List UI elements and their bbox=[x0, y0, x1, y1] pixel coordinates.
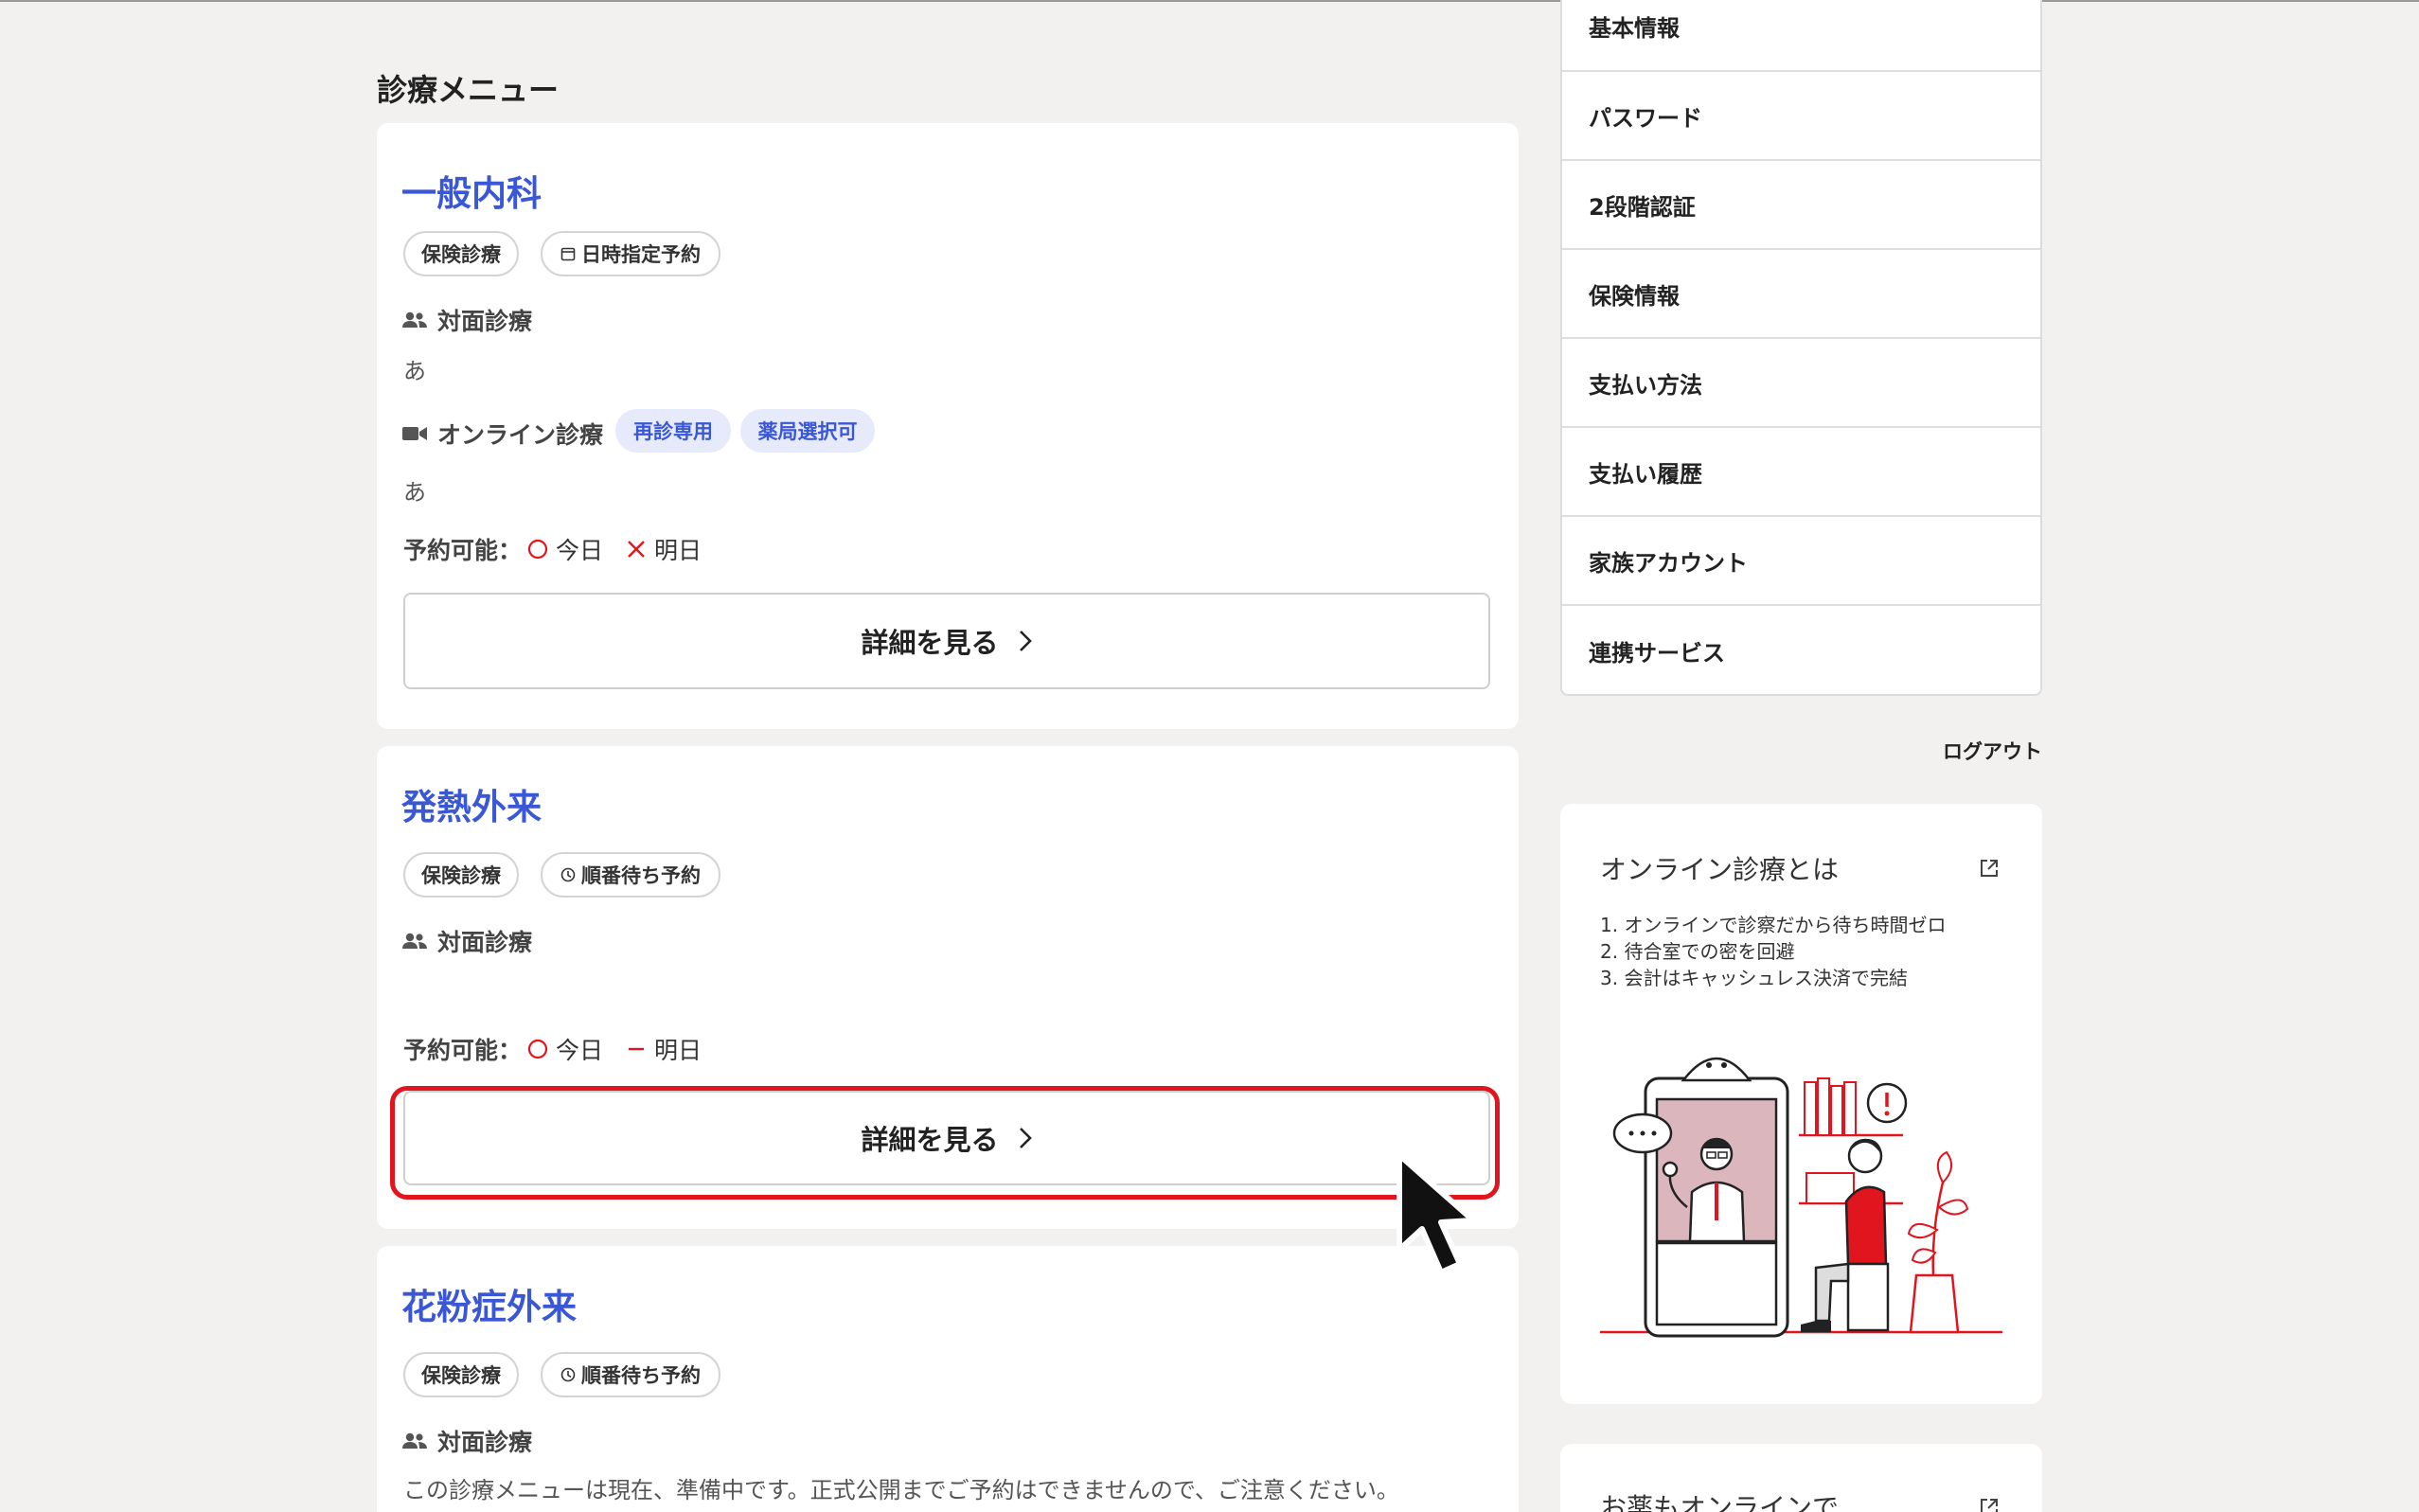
menu-item-family-account[interactable]: 家族アカウント bbox=[1562, 517, 2040, 606]
card-title[interactable]: 発熱外来 bbox=[401, 778, 542, 829]
in-person-label: 対面診療 bbox=[401, 303, 532, 337]
video-camera-icon bbox=[402, 427, 427, 440]
info-point: 2. 待合室での密を回避 bbox=[1600, 940, 1795, 963]
chip-pharmacy-selectable: 薬局選択可 bbox=[740, 409, 875, 453]
menu-card-pollen: 花粉症外来 保険診療 順番待ち予約 対面診療 この診療メニューは現在、準備中です… bbox=[377, 1246, 1519, 1512]
none-dash-icon bbox=[624, 1037, 649, 1061]
in-person-label: 対面診療 bbox=[401, 924, 532, 958]
menu-item-basic-info[interactable]: 基本情報 bbox=[1562, 0, 2040, 72]
medicine-online-card[interactable]: お薬もオンラインで bbox=[1560, 1444, 2042, 1512]
logout-link[interactable]: ログアウト bbox=[1943, 737, 2042, 765]
availability: 予約可能： 今日 明日 bbox=[403, 537, 703, 564]
info-point: 3. 会計はキャッシュレス決済で完結 bbox=[1600, 967, 1909, 989]
unavailable-cross-icon bbox=[624, 537, 649, 561]
calendar-icon bbox=[560, 247, 576, 261]
card-title[interactable]: 花粉症外来 bbox=[401, 1278, 577, 1329]
menu-item-insurance[interactable]: 保険情報 bbox=[1562, 250, 2040, 339]
people-icon bbox=[402, 311, 427, 328]
menu-item-linked-services[interactable]: 連携サービス bbox=[1562, 606, 2040, 694]
menu-item-payment-method[interactable]: 支払い方法 bbox=[1562, 339, 2040, 428]
tag-insurance: 保険診療 bbox=[403, 231, 519, 276]
online-info-card[interactable]: オンライン診療とは 1. オンラインで診察だから待ち時間ゼロ 2. 待合室での密… bbox=[1560, 804, 2042, 1404]
available-circle-icon bbox=[525, 537, 550, 561]
focus-highlight bbox=[390, 1086, 1500, 1200]
available-circle-icon bbox=[525, 1037, 550, 1061]
tag-queue-booking: 順番待ち予約 bbox=[541, 1352, 720, 1397]
chip-revisit-only: 再診専用 bbox=[615, 409, 731, 453]
tag-insurance: 保険診療 bbox=[403, 1352, 519, 1397]
clock-icon bbox=[560, 1367, 576, 1382]
online-consultation-illustration bbox=[1600, 1057, 2002, 1338]
tag-insurance: 保険診療 bbox=[403, 852, 519, 898]
menu-item-payment-history[interactable]: 支払い履歴 bbox=[1562, 428, 2040, 517]
external-link-icon[interactable] bbox=[1979, 858, 2000, 879]
preparing-notice: この診療メニューは現在、準備中です。正式公開までご予約はできませんので、ご注意く… bbox=[403, 1477, 1399, 1503]
people-icon bbox=[402, 1432, 427, 1449]
info2-title: お薬もオンラインで bbox=[1600, 1492, 1840, 1512]
mouse-pointer-icon bbox=[1396, 1152, 1476, 1275]
menu-card-general: 一般内科 保険診療 日時指定予約 対面診療 あ オンライン診療 再診専用 薬局選… bbox=[377, 123, 1519, 729]
online-desc: あ bbox=[403, 479, 426, 506]
info-point: 1. オンラインで診察だから待ち時間ゼロ bbox=[1600, 914, 1947, 936]
tag-queue-booking: 順番待ち予約 bbox=[541, 852, 720, 898]
details-button[interactable]: 詳細を見る bbox=[403, 593, 1490, 689]
chevron-right-icon bbox=[1019, 631, 1032, 651]
online-label: オンライン診療 bbox=[401, 417, 603, 451]
menu-item-password[interactable]: パスワード bbox=[1562, 72, 2040, 161]
info-title: オンライン診療とは bbox=[1600, 854, 1840, 885]
top-border bbox=[0, 0, 2419, 2]
in-person-desc: あ bbox=[403, 358, 426, 384]
external-link-icon[interactable] bbox=[1979, 1497, 2000, 1512]
clock-icon bbox=[560, 867, 576, 882]
people-icon bbox=[402, 933, 427, 949]
availability: 予約可能： 今日 明日 bbox=[403, 1037, 703, 1064]
in-person-label: 対面診療 bbox=[401, 1424, 532, 1458]
menu-item-two-factor[interactable]: 2段階認証 bbox=[1562, 161, 2040, 250]
tag-date-booking: 日時指定予約 bbox=[541, 231, 720, 276]
account-menu: 基本情報 パスワード 2段階認証 保険情報 支払い方法 支払い履歴 家族アカウン… bbox=[1560, 0, 2042, 696]
card-title[interactable]: 一般内科 bbox=[401, 165, 542, 216]
section-title: 診療メニュー bbox=[377, 72, 560, 108]
info-points: 1. オンラインで診察だから待ち時間ゼロ 2. 待合室での密を回避 3. 会計は… bbox=[1600, 912, 1946, 991]
